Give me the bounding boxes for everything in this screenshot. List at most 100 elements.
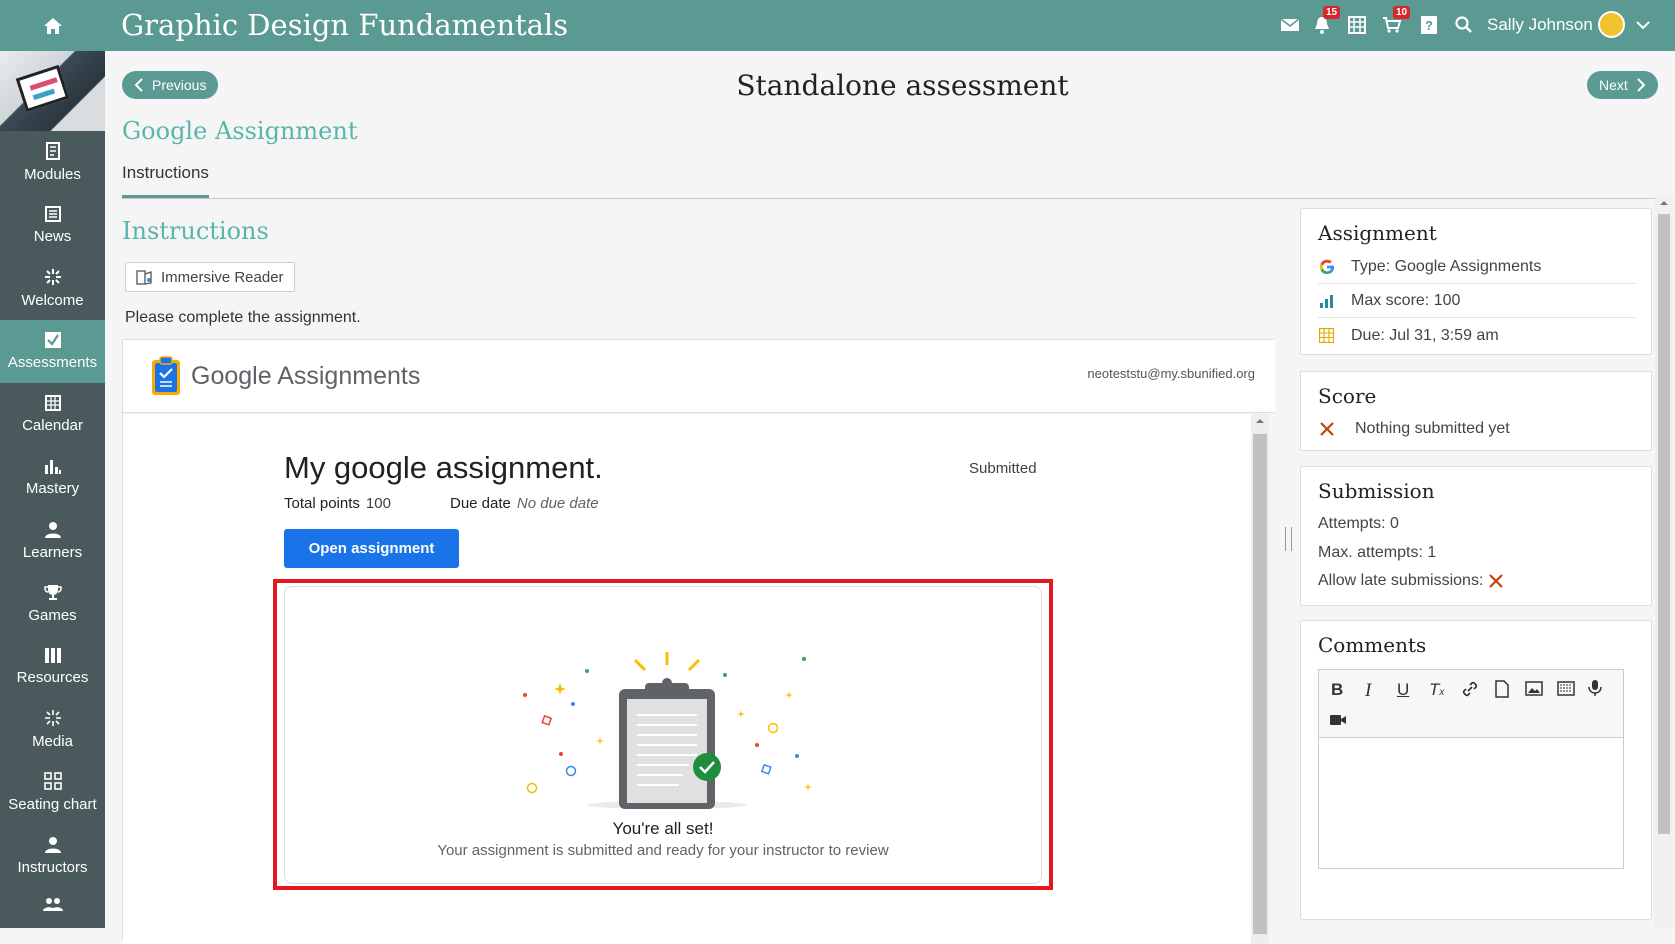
pane-resize-handle[interactable]	[1285, 527, 1292, 551]
sidebar-item-instructors[interactable]: Instructors	[0, 824, 105, 887]
cart-icon[interactable]: 10	[1381, 6, 1411, 36]
right-panel-scroll-thumb[interactable]	[1658, 214, 1670, 834]
avatar[interactable]	[1598, 11, 1625, 38]
search-icon[interactable]	[1453, 14, 1475, 36]
next-button[interactable]: Next	[1587, 71, 1658, 99]
instructions-text: Please complete the assignment.	[125, 309, 361, 326]
chevron-down-icon[interactable]	[1632, 14, 1654, 36]
sidebar-item-mastery[interactable]: Mastery	[0, 446, 105, 509]
assignment-info-panel: Assignment Type: Google Assignments Max …	[1300, 208, 1652, 355]
instructions-heading: Instructions	[122, 217, 269, 245]
sidebar-item-label: News	[33, 228, 72, 245]
total-points-label: Total points	[284, 495, 360, 512]
sidebar: Modules News Welcome Assessments Calenda…	[0, 51, 105, 928]
seating-icon	[43, 772, 62, 790]
due-row: Due: Jul 31, 3:59 am	[1318, 319, 1636, 352]
italic-icon[interactable]: I	[1365, 680, 1371, 702]
x-mark-icon	[1318, 420, 1335, 437]
scroll-up-icon	[1660, 201, 1668, 205]
score-bars-icon	[1318, 293, 1335, 310]
submission-status: Submitted	[969, 460, 1037, 477]
sidebar-item-assessments[interactable]: Assessments	[0, 320, 105, 383]
all-set-subtitle: Your assignment is submitted and ready f…	[437, 842, 889, 859]
total-points-value: 100	[365, 495, 391, 512]
bold-icon[interactable]: B	[1331, 680, 1343, 700]
clear-format-icon[interactable]: Tx	[1429, 680, 1444, 700]
open-assignment-button[interactable]: Open assignment	[284, 529, 459, 568]
calendar-grid-icon[interactable]	[1346, 14, 1368, 36]
sidebar-item-media[interactable]: Media	[0, 698, 105, 761]
google-header: Google Assignments neoteststu@my.sbunifi…	[123, 340, 1275, 413]
sidebar-item-label: Welcome	[21, 292, 84, 309]
assignment-heading: Assignment	[1318, 221, 1437, 245]
sidebar-item-more[interactable]	[0, 887, 105, 928]
sidebar-item-games[interactable]: Games	[0, 572, 105, 635]
mail-icon[interactable]	[1279, 14, 1301, 36]
sidebar-item-resources[interactable]: Resources	[0, 635, 105, 698]
late-submissions-row: Allow late submissions:	[1318, 572, 1504, 590]
sidebar-item-learners[interactable]: Learners	[0, 509, 105, 572]
all-set-title: You're all set!	[612, 819, 714, 838]
home-button[interactable]	[0, 0, 105, 51]
calendar-icon	[44, 395, 61, 411]
google-brand-word: Google	[191, 362, 272, 390]
trophy-icon	[43, 584, 62, 600]
due-date-label: Due date	[450, 495, 511, 512]
bar-chart-icon	[44, 460, 61, 474]
immersive-reader-button[interactable]: Immersive Reader	[125, 262, 295, 292]
sidebar-item-label: Resources	[16, 669, 89, 686]
video-icon[interactable]	[1329, 712, 1347, 732]
help-icon[interactable]: ?	[1418, 14, 1440, 36]
google-frame-scroll-thumb[interactable]	[1253, 434, 1267, 934]
person-icon	[44, 521, 61, 538]
sidebar-item-modules[interactable]: Modules	[0, 131, 105, 194]
page-title: Standalone assessment	[736, 69, 1069, 102]
comment-text-area[interactable]	[1319, 738, 1623, 868]
books-icon	[44, 648, 61, 663]
media-icon	[44, 710, 61, 726]
tab-divider	[122, 198, 1670, 199]
newspaper-icon	[44, 206, 61, 222]
sidebar-item-label: Modules	[24, 166, 81, 183]
notifications-badge: 15	[1323, 6, 1341, 19]
image-icon[interactable]	[1525, 681, 1543, 701]
sidebar-item-label: Mastery	[25, 480, 80, 497]
course-thumbnail	[0, 51, 105, 131]
submission-panel: Submission Attempts: 0 Max. attempts: 1 …	[1300, 466, 1652, 606]
user-name[interactable]: Sally Johnson	[1487, 15, 1593, 35]
assignment-type: Type: Google Assignments	[1351, 258, 1542, 275]
right-panel-scrollbar[interactable]	[1655, 196, 1673, 928]
score-heading: Score	[1318, 384, 1377, 408]
google-assignments-logo-icon	[151, 356, 181, 401]
comment-editor: B I U Tx	[1318, 669, 1624, 869]
due-calendar-icon	[1318, 327, 1335, 344]
underline-icon[interactable]: U	[1397, 680, 1409, 700]
sidebar-item-calendar[interactable]: Calendar	[0, 383, 105, 446]
comments-heading: Comments	[1318, 633, 1427, 657]
sidebar-item-label: Games	[28, 606, 77, 624]
sidebar-item-label: Assessments	[7, 354, 98, 371]
main-content: Previous Standalone assessment Next Goog…	[105, 51, 1675, 944]
bell-icon[interactable]: 15	[1311, 6, 1341, 36]
score-panel: Score Nothing submitted yet	[1300, 371, 1652, 451]
microphone-icon[interactable]	[1587, 679, 1603, 702]
sidebar-item-label: Media	[32, 733, 73, 750]
tab-instructions[interactable]: Instructions	[122, 163, 209, 198]
clipboard-celebration-icon	[523, 652, 812, 809]
file-icon[interactable]	[1495, 680, 1509, 703]
sparkle-icon	[44, 269, 61, 285]
google-frame-scrollbar[interactable]	[1251, 414, 1269, 944]
google-g-icon	[1318, 259, 1335, 276]
keyboard-icon[interactable]	[1557, 681, 1575, 701]
sidebar-item-welcome[interactable]: Welcome	[0, 257, 105, 320]
late-submissions-label: Allow late submissions:	[1318, 572, 1484, 589]
sidebar-item-seating-chart[interactable]: Seating chart	[0, 761, 105, 824]
link-icon[interactable]	[1461, 680, 1479, 703]
sidebar-item-label: Calendar	[22, 417, 83, 434]
book-icon	[45, 142, 60, 160]
due-date-value: No due date	[516, 495, 599, 512]
attempts: Attempts: 0	[1318, 515, 1399, 532]
course-title: Graphic Design Fundamentals	[121, 8, 569, 42]
due-date-info: Due: Jul 31, 3:59 am	[1351, 326, 1499, 344]
sidebar-item-news[interactable]: News	[0, 194, 105, 257]
